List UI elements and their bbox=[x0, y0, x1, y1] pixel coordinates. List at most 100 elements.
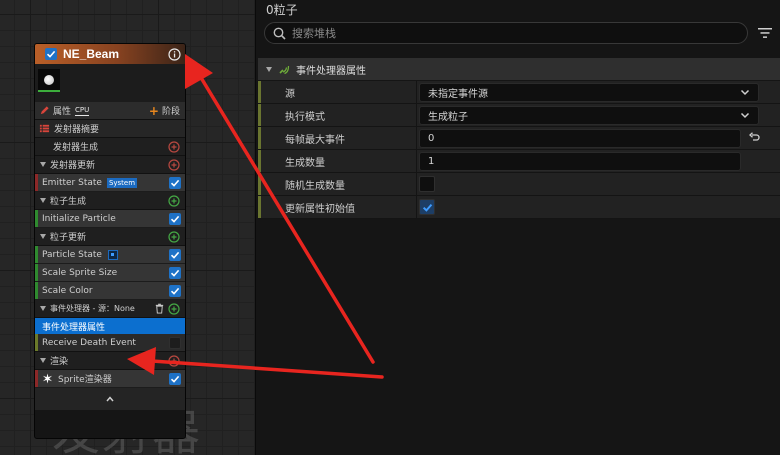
plus-circle-icon[interactable] bbox=[168, 302, 180, 315]
emitter-node-title: NE_Beam bbox=[63, 47, 120, 61]
module-emitter-state[interactable]: Emitter State System bbox=[35, 174, 185, 192]
add-stage-label[interactable]: 阶段 bbox=[162, 104, 180, 117]
collapse-arrow-icon[interactable] bbox=[266, 66, 272, 72]
emitter-enable-checkbox[interactable] bbox=[45, 48, 57, 60]
render-group[interactable]: 渲染 bbox=[35, 352, 185, 370]
emitter-state-checkbox[interactable] bbox=[169, 176, 181, 189]
spawn-number-input[interactable]: 1 bbox=[419, 151, 741, 171]
emitter-thumbnail-area bbox=[35, 64, 185, 102]
execution-mode-dropdown[interactable]: 生成粒子 bbox=[419, 105, 759, 125]
list-icon bbox=[39, 124, 50, 133]
particle-update-group[interactable]: 粒子更新 bbox=[35, 228, 185, 246]
cpu-badge: CPU bbox=[75, 105, 90, 116]
plus-circle-icon[interactable] bbox=[168, 230, 180, 243]
module-particle-state[interactable]: Particle State bbox=[35, 246, 185, 264]
collapse-arrow-icon[interactable] bbox=[40, 198, 46, 203]
properties-label[interactable]: 属性 bbox=[53, 104, 71, 117]
plus-circle-icon[interactable] bbox=[168, 158, 180, 171]
chevron-up-icon[interactable] bbox=[105, 394, 115, 404]
initialize-particle-label[interactable]: Initialize Particle bbox=[42, 214, 169, 224]
source-dropdown[interactable]: 未指定事件源 bbox=[419, 82, 759, 102]
prop-label: 每帧最大事件 bbox=[285, 134, 345, 146]
particle-state-checkbox[interactable] bbox=[169, 248, 181, 261]
event-handler-group[interactable]: 事件处理器 - 源：None bbox=[35, 300, 185, 318]
collapse-arrow-icon[interactable] bbox=[40, 162, 46, 167]
max-events-per-frame-value: 0 bbox=[428, 132, 435, 144]
plus-circle-icon[interactable] bbox=[168, 354, 180, 367]
prop-label: 源 bbox=[285, 88, 295, 100]
receive-death-event-checkbox[interactable] bbox=[169, 336, 181, 349]
module-receive-death-event[interactable]: Receive Death Event bbox=[35, 334, 185, 352]
scale-sprite-size-label[interactable]: Scale Sprite Size bbox=[42, 268, 169, 278]
graph-canvas[interactable]: 发射器 NE_Beam 属性 CPU + 阶段 bbox=[0, 0, 255, 455]
emitter-spawn-group[interactable]: 发射器生成 bbox=[35, 138, 185, 156]
emitter-summary-row[interactable]: 发射器摘要 bbox=[35, 120, 185, 138]
emitter-spawn-label[interactable]: 发射器生成 bbox=[53, 140, 168, 153]
pencil-icon bbox=[40, 106, 49, 115]
source-dropdown-value: 未指定事件源 bbox=[428, 88, 488, 100]
random-spawn-number-checkbox[interactable] bbox=[419, 176, 435, 192]
prop-row-random-spawn-number: 随机生成数量 bbox=[258, 173, 780, 196]
emitter-summary-label[interactable]: 发射器摘要 bbox=[54, 122, 99, 135]
particle-update-label[interactable]: 粒子更新 bbox=[50, 230, 168, 243]
emitter-node-header[interactable]: NE_Beam bbox=[35, 44, 185, 64]
collapse-arrow-icon[interactable] bbox=[40, 358, 46, 363]
sprite-renderer-checkbox[interactable] bbox=[169, 372, 181, 385]
particle-state-label[interactable]: Particle State bbox=[42, 250, 102, 260]
spawn-number-value: 1 bbox=[428, 155, 435, 167]
prop-row-update-attribute-initial-values: 更新属性初始值 bbox=[258, 196, 780, 219]
properties-row[interactable]: 属性 CPU + 阶段 bbox=[35, 102, 185, 120]
event-handler-properties-list: 源 未指定事件源 执行模式 生成粒子 每帧最大事件 0 生成数量 1 随机生成数… bbox=[258, 81, 780, 219]
initialize-particle-checkbox[interactable] bbox=[169, 212, 181, 225]
node-collapse-bar[interactable] bbox=[35, 388, 185, 410]
update-attribute-initial-values-checkbox[interactable] bbox=[419, 199, 435, 215]
sprite-renderer-label[interactable]: Sprite渲染器 bbox=[58, 372, 169, 385]
trash-icon[interactable] bbox=[154, 303, 165, 314]
module-initialize-particle[interactable]: Initialize Particle bbox=[35, 210, 185, 228]
particle-state-badge bbox=[107, 249, 118, 260]
prop-label: 生成数量 bbox=[285, 157, 325, 169]
max-events-per-frame-input[interactable]: 0 bbox=[419, 128, 741, 148]
info-icon[interactable] bbox=[168, 47, 181, 61]
prop-row-source: 源 未指定事件源 bbox=[258, 81, 780, 104]
module-scale-sprite-size[interactable]: Scale Sprite Size bbox=[35, 264, 185, 282]
module-icon bbox=[279, 65, 290, 75]
event-handler-properties-label[interactable]: 事件处理器属性 bbox=[42, 320, 105, 333]
execution-mode-value: 生成粒子 bbox=[428, 111, 468, 123]
particle-spawn-label[interactable]: 粒子生成 bbox=[50, 194, 168, 207]
emitter-update-group[interactable]: 发射器更新 bbox=[35, 156, 185, 174]
event-handler-properties-section-header[interactable]: 事件处理器属性 bbox=[258, 58, 780, 80]
event-handler-label[interactable]: 事件处理器 - 源：None bbox=[50, 303, 154, 314]
stack-search-input[interactable] bbox=[292, 26, 747, 40]
render-label[interactable]: 渲染 bbox=[50, 354, 168, 367]
emitter-state-label[interactable]: Emitter State bbox=[42, 178, 102, 188]
search-icon bbox=[273, 27, 286, 40]
prop-row-spawn-number: 生成数量 1 bbox=[258, 150, 780, 173]
filter-icon[interactable] bbox=[758, 27, 772, 39]
add-stage-icon[interactable]: + bbox=[149, 104, 159, 118]
particle-preview-dot bbox=[44, 74, 54, 85]
module-scale-color[interactable]: Scale Color bbox=[35, 282, 185, 300]
plus-circle-icon[interactable] bbox=[168, 140, 180, 153]
emitter-thumbnail[interactable] bbox=[38, 69, 60, 92]
scale-color-checkbox[interactable] bbox=[169, 284, 181, 297]
prop-label: 随机生成数量 bbox=[285, 180, 345, 192]
collapse-arrow-icon[interactable] bbox=[40, 306, 46, 311]
sprite-icon bbox=[42, 373, 53, 384]
emitter-update-label[interactable]: 发射器更新 bbox=[50, 158, 168, 171]
prop-row-max-events-per-frame: 每帧最大事件 0 bbox=[258, 127, 780, 150]
plus-circle-icon[interactable] bbox=[168, 194, 180, 207]
scale-color-label[interactable]: Scale Color bbox=[42, 286, 169, 296]
collapse-arrow-icon[interactable] bbox=[40, 234, 46, 239]
details-panel: 0粒子 事件处理器属性 源 未指定事件源 bbox=[255, 0, 780, 455]
receive-death-event-label[interactable]: Receive Death Event bbox=[42, 338, 169, 348]
reset-arrow-icon[interactable] bbox=[748, 132, 760, 144]
system-badge: System bbox=[106, 177, 138, 188]
particle-spawn-group[interactable]: 粒子生成 bbox=[35, 192, 185, 210]
scale-sprite-size-checkbox[interactable] bbox=[169, 266, 181, 279]
stack-search-box[interactable] bbox=[264, 22, 748, 44]
event-handler-properties-row[interactable]: 事件处理器属性 bbox=[35, 318, 185, 334]
module-sprite-renderer[interactable]: Sprite渲染器 bbox=[35, 370, 185, 388]
prop-label: 执行模式 bbox=[285, 111, 325, 123]
emitter-node[interactable]: NE_Beam 属性 CPU + 阶段 发射器摘要 发射器生成 发射器更新 Em… bbox=[34, 43, 186, 439]
